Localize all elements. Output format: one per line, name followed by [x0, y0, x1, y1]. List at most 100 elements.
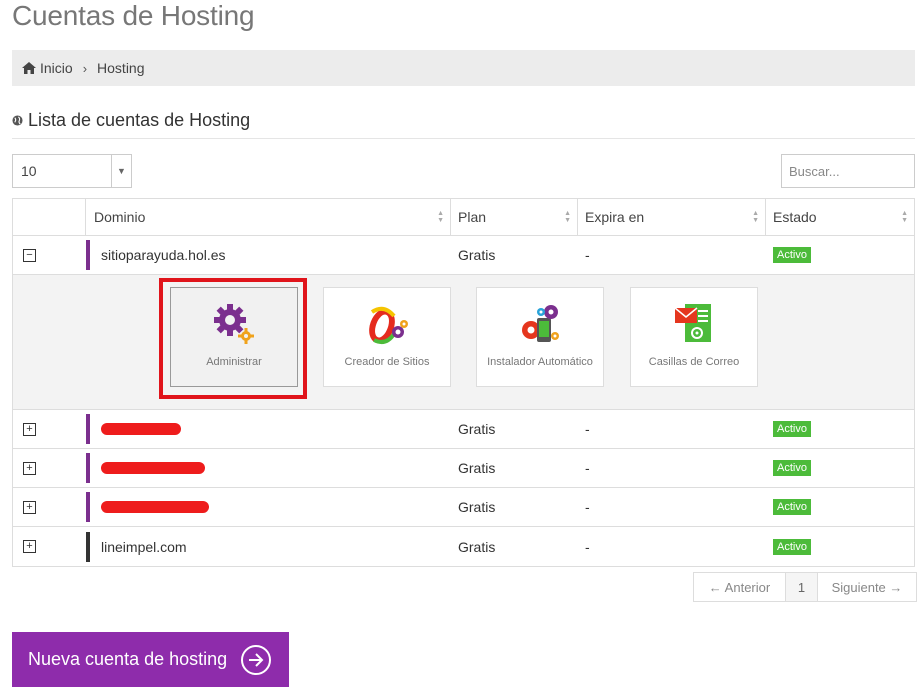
- pagination-next-button[interactable]: Siguiente →: [818, 573, 916, 601]
- expires-cell: -: [585, 499, 590, 515]
- status-cell: Activo: [766, 527, 914, 566]
- table-row: + Gratis - Activo: [13, 410, 914, 449]
- expires-cell: -: [585, 460, 590, 476]
- site-builder-icon: [364, 300, 410, 348]
- status-badge: Activo: [773, 421, 811, 437]
- pagination-prev-button[interactable]: ← Anterior: [694, 573, 786, 601]
- status-cell: Activo: [766, 449, 914, 487]
- domain-cell: sitioparayuda.hol.es: [86, 236, 451, 274]
- tool-creador-de-sitios[interactable]: Creador de Sitios: [323, 287, 451, 387]
- tool-label: Creador de Sitios: [344, 356, 430, 368]
- breadcrumb-separator-icon: ›: [82, 60, 88, 76]
- table-row: + Gratis - Activo: [13, 488, 914, 527]
- tool-label: Administrar: [206, 356, 262, 368]
- auto-installer-icon: [517, 300, 563, 348]
- mail-icon: [671, 300, 717, 348]
- toggle-cell: +: [13, 527, 86, 566]
- breadcrumb: Inicio › Hosting: [12, 50, 915, 86]
- column-header-label: Expira en: [585, 209, 645, 225]
- expires-cell: -: [585, 247, 590, 263]
- new-hosting-account-button[interactable]: Nueva cuenta de hosting: [12, 632, 289, 687]
- account-color-bar: [86, 414, 90, 444]
- gears-icon: [212, 300, 256, 348]
- status-cell: Activo: [766, 488, 914, 526]
- new-hosting-account-label: Nueva cuenta de hosting: [28, 649, 228, 669]
- account-color-bar: [86, 240, 90, 270]
- account-color-bar: [86, 453, 90, 483]
- plan-cell: Gratis: [458, 460, 496, 476]
- tool-casillas-de-correo[interactable]: Casillas de Correo: [630, 287, 758, 387]
- expires-cell: -: [585, 421, 590, 437]
- column-header-domain[interactable]: Dominio ▲ ▼: [86, 199, 451, 235]
- expand-toggle[interactable]: +: [23, 422, 36, 436]
- row-details-panel: Administrar Creador de Sitios Instalador…: [13, 275, 914, 410]
- page-title: Cuentas de Hosting: [12, 0, 255, 31]
- column-header-expires[interactable]: Expira en ▲ ▼: [578, 199, 766, 235]
- sort-icon: ▲ ▼: [752, 210, 759, 224]
- expand-toggle[interactable]: +: [23, 540, 36, 553]
- account-color-bar: [86, 492, 90, 522]
- table-row: + Gratis - Activo: [13, 449, 914, 488]
- column-header-label: Plan: [458, 209, 487, 225]
- globe-icon: [12, 115, 23, 126]
- redacted-domain: [101, 462, 205, 474]
- expires-cell: -: [585, 538, 590, 555]
- redacted-domain: [101, 423, 181, 435]
- sort-icon: ▲ ▼: [564, 210, 571, 224]
- tool-label: Casillas de Correo: [648, 356, 740, 368]
- section-title: Lista de cuentas de Hosting: [12, 110, 250, 131]
- hosting-table: Dominio ▲ ▼ Plan ▲ ▼ Expira en ▲ ▼ Estado ▲…: [12, 198, 915, 567]
- tool-instalador-automatico[interactable]: Instalador Automático: [476, 287, 604, 387]
- plan-cell: Gratis: [458, 538, 496, 555]
- table-row: + lineimpel.com Gratis - Activo: [13, 527, 914, 566]
- sort-icon: ▲ ▼: [437, 210, 444, 224]
- column-header-plan[interactable]: Plan ▲ ▼: [451, 199, 578, 235]
- domain-name: sitioparayuda.hol.es: [101, 247, 226, 263]
- domain-cell: lineimpel.com: [86, 527, 451, 566]
- toggle-cell: −: [13, 236, 86, 274]
- toggle-cell: +: [13, 410, 86, 448]
- status-badge: Activo: [773, 499, 811, 515]
- tool-administrar[interactable]: Administrar: [170, 287, 298, 387]
- arrow-right-circle-icon: [241, 644, 272, 675]
- search-input[interactable]: [781, 154, 915, 188]
- expand-toggle[interactable]: +: [23, 461, 36, 475]
- expand-toggle[interactable]: +: [23, 500, 36, 514]
- expand-column-header: [13, 199, 86, 235]
- column-header-status[interactable]: Estado ▲ ▼: [766, 199, 914, 235]
- breadcrumb-home[interactable]: Inicio: [22, 60, 73, 76]
- plan-cell: Gratis: [458, 499, 496, 515]
- domain-cell: [86, 449, 451, 487]
- domain-cell: [86, 410, 451, 448]
- column-header-label: Dominio: [94, 209, 146, 225]
- toggle-cell: +: [13, 488, 86, 526]
- domain-name: lineimpel.com: [101, 538, 187, 555]
- pagination: ← Anterior 1 Siguiente →: [693, 572, 917, 602]
- plan-cell: Gratis: [458, 421, 496, 437]
- status-badge: Activo: [773, 247, 811, 263]
- collapse-toggle[interactable]: −: [23, 248, 36, 262]
- sort-icon: ▲ ▼: [901, 210, 908, 224]
- status-badge: Activo: [773, 460, 811, 476]
- domain-cell: [86, 488, 451, 526]
- section-divider: [12, 138, 915, 139]
- section-title-label: Lista de cuentas de Hosting: [28, 110, 251, 130]
- pagination-page-1[interactable]: 1: [786, 573, 818, 601]
- page-length-value: 10: [21, 163, 37, 179]
- tool-label: Instalador Automático: [487, 356, 593, 368]
- status-cell: Activo: [766, 410, 914, 448]
- home-icon: [22, 62, 36, 74]
- page-length-select[interactable]: 10 ▼: [12, 154, 132, 188]
- caret-down-icon: ▼: [111, 155, 131, 187]
- status-cell: Activo: [766, 236, 914, 274]
- plan-cell: Gratis: [458, 247, 496, 263]
- account-color-bar: [86, 531, 90, 562]
- status-badge: Activo: [773, 538, 811, 555]
- toggle-cell: +: [13, 449, 86, 487]
- redacted-domain: [101, 501, 209, 513]
- column-header-label: Estado: [773, 209, 817, 225]
- breadcrumb-home-label: Inicio: [40, 60, 73, 76]
- table-row: − sitioparayuda.hol.es Gratis - Activo: [13, 236, 914, 275]
- breadcrumb-current: Hosting: [97, 60, 145, 76]
- table-header: Dominio ▲ ▼ Plan ▲ ▼ Expira en ▲ ▼ Estado ▲…: [13, 199, 914, 236]
